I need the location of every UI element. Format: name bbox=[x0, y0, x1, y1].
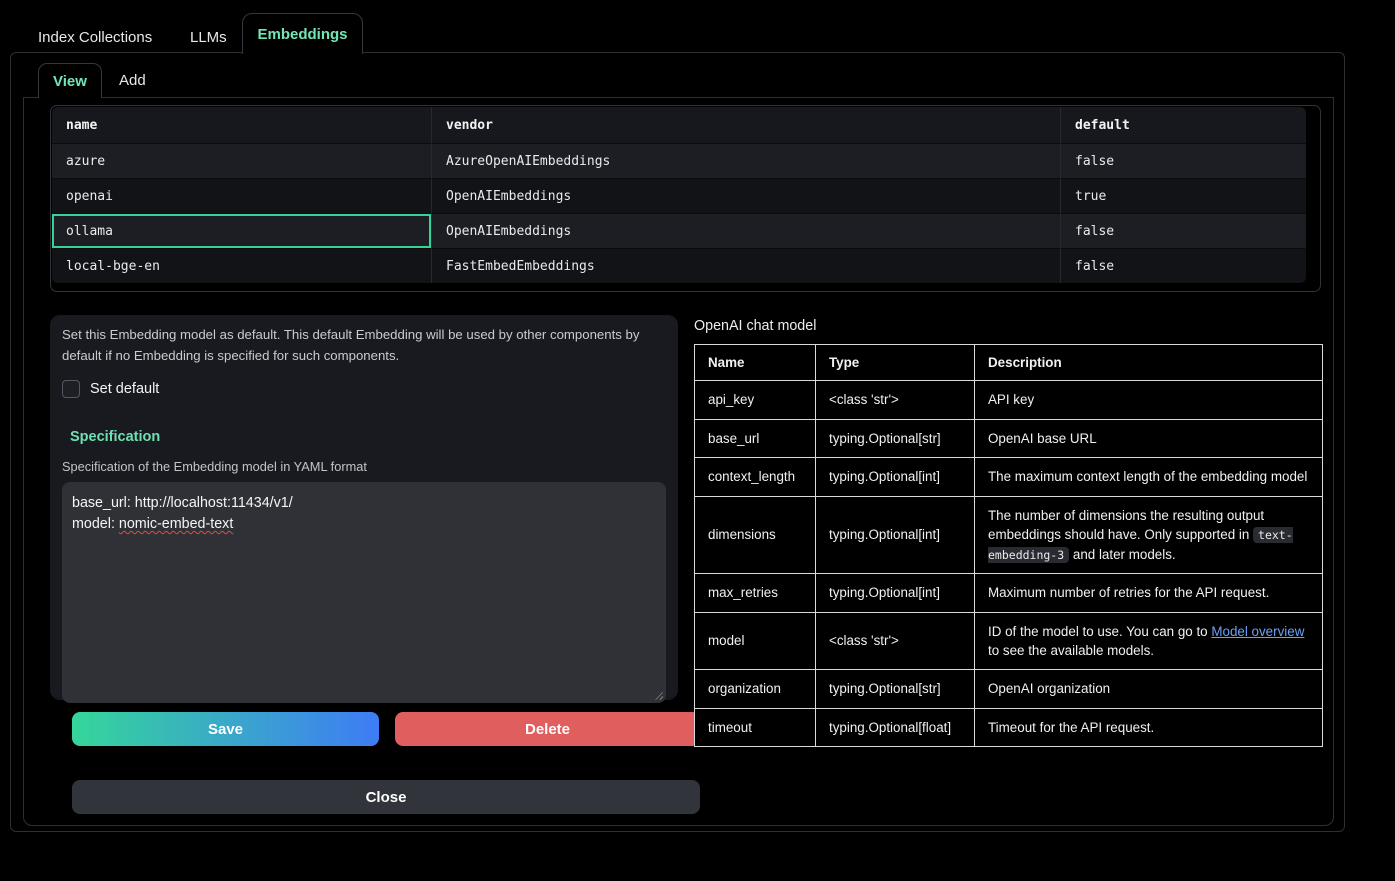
model-overview-link[interactable]: Model overview bbox=[1211, 624, 1304, 639]
param-desc: Timeout for the API request. bbox=[975, 708, 1323, 746]
yaml-line-2: model: nomic-embed-text bbox=[72, 514, 656, 536]
set-default-description: Set this Embedding model as default. Thi… bbox=[62, 325, 666, 367]
doc-row-timeout: timeout typing.Optional[float] Timeout f… bbox=[695, 708, 1323, 746]
tab-llms[interactable]: LLMs bbox=[190, 29, 227, 46]
cell-name[interactable]: openai bbox=[52, 178, 432, 213]
param-desc: The number of dimensions the resulting o… bbox=[975, 496, 1323, 573]
param-type: typing.Optional[int] bbox=[816, 458, 975, 496]
view-tab-panel: name vendor default azure AzureOpenAIEmb… bbox=[23, 97, 1334, 826]
param-name: dimensions bbox=[695, 496, 816, 573]
param-type: typing.Optional[int] bbox=[816, 496, 975, 573]
table-row: local-bge-en FastEmbedEmbeddings false bbox=[52, 248, 1306, 283]
tab-add[interactable]: Add bbox=[119, 72, 146, 89]
cell-vendor[interactable]: OpenAIEmbeddings bbox=[432, 178, 1061, 213]
tab-embeddings[interactable]: Embeddings bbox=[242, 13, 363, 54]
column-header-name: name bbox=[52, 107, 432, 143]
doc-panel-title: OpenAI chat model bbox=[694, 318, 816, 334]
param-type: typing.Optional[int] bbox=[816, 574, 975, 612]
param-type: <class 'str'> bbox=[816, 612, 975, 670]
param-name: organization bbox=[695, 670, 816, 708]
doc-row-context-length: context_length typing.Optional[int] The … bbox=[695, 458, 1323, 496]
embeddings-table: name vendor default azure AzureOpenAIEmb… bbox=[50, 105, 1321, 292]
textarea-resize-handle[interactable] bbox=[653, 690, 663, 700]
cell-default[interactable]: false bbox=[1061, 248, 1306, 283]
doc-row-organization: organization typing.Optional[str] OpenAI… bbox=[695, 670, 1323, 708]
param-desc: Maximum number of retries for the API re… bbox=[975, 574, 1323, 612]
table-row: ollama OpenAIEmbeddings false bbox=[52, 213, 1306, 248]
cell-default[interactable]: false bbox=[1061, 213, 1306, 248]
cell-name[interactable]: local-bge-en bbox=[52, 248, 432, 283]
param-desc: ID of the model to use. You can go to Mo… bbox=[975, 612, 1323, 670]
close-button[interactable]: Close bbox=[72, 780, 700, 814]
doc-col-description: Description bbox=[975, 345, 1323, 381]
yaml-line-1: base_url: http://localhost:11434/v1/ bbox=[72, 493, 656, 515]
table-header-row: name vendor default bbox=[52, 107, 1306, 143]
param-name: timeout bbox=[695, 708, 816, 746]
tab-embeddings-label: Embeddings bbox=[257, 26, 347, 43]
table-row: openai OpenAIEmbeddings true bbox=[52, 178, 1306, 213]
param-name: api_key bbox=[695, 381, 816, 419]
param-name: context_length bbox=[695, 458, 816, 496]
param-desc: OpenAI organization bbox=[975, 670, 1323, 708]
specification-heading: Specification bbox=[62, 429, 666, 445]
cell-vendor[interactable]: AzureOpenAIEmbeddings bbox=[432, 143, 1061, 178]
param-name: max_retries bbox=[695, 574, 816, 612]
param-type: <class 'str'> bbox=[816, 381, 975, 419]
param-type: typing.Optional[float] bbox=[816, 708, 975, 746]
specification-sublabel: Specification of the Embedding model in … bbox=[62, 459, 666, 474]
doc-row-api-key: api_key <class 'str'> API key bbox=[695, 381, 1323, 419]
doc-col-name: Name bbox=[695, 345, 816, 381]
param-desc: API key bbox=[975, 381, 1323, 419]
misspelled-word: nomic-embed-text bbox=[119, 516, 233, 532]
cell-default[interactable]: false bbox=[1061, 143, 1306, 178]
tab-view-label: View bbox=[53, 73, 87, 90]
param-name: model bbox=[695, 612, 816, 670]
cell-vendor[interactable]: OpenAIEmbeddings bbox=[432, 213, 1061, 248]
cell-name-selected[interactable]: ollama bbox=[52, 213, 432, 248]
param-type: typing.Optional[str] bbox=[816, 419, 975, 457]
cell-default[interactable]: true bbox=[1061, 178, 1306, 213]
model-params-table: Name Type Description api_key <class 'st… bbox=[694, 344, 1323, 747]
doc-row-base-url: base_url typing.Optional[str] OpenAI bas… bbox=[695, 419, 1323, 457]
set-default-checkbox[interactable] bbox=[62, 380, 80, 398]
spec-yaml-textarea[interactable]: base_url: http://localhost:11434/v1/ mod… bbox=[62, 482, 666, 703]
cell-vendor[interactable]: FastEmbedEmbeddings bbox=[432, 248, 1061, 283]
tab-view[interactable]: View bbox=[38, 63, 102, 98]
doc-col-type: Type bbox=[816, 345, 975, 381]
doc-row-dimensions: dimensions typing.Optional[int] The numb… bbox=[695, 496, 1323, 573]
param-name: base_url bbox=[695, 419, 816, 457]
set-default-label: Set default bbox=[90, 381, 159, 397]
column-header-vendor: vendor bbox=[432, 107, 1061, 143]
default-settings-card: Set this Embedding model as default. Thi… bbox=[50, 315, 678, 700]
delete-button[interactable]: Delete bbox=[395, 712, 700, 746]
param-type: typing.Optional[str] bbox=[816, 670, 975, 708]
param-desc: The maximum context length of the embedd… bbox=[975, 458, 1323, 496]
param-desc: OpenAI base URL bbox=[975, 419, 1323, 457]
save-button[interactable]: Save bbox=[72, 712, 379, 746]
cell-name[interactable]: azure bbox=[52, 143, 432, 178]
doc-row-model: model <class 'str'> ID of the model to u… bbox=[695, 612, 1323, 670]
embeddings-tab-panel: View Add name vendor default azure Azure… bbox=[10, 52, 1345, 832]
column-header-default: default bbox=[1061, 107, 1306, 143]
doc-header-row: Name Type Description bbox=[695, 345, 1323, 381]
doc-row-max-retries: max_retries typing.Optional[int] Maximum… bbox=[695, 574, 1323, 612]
tab-index-collections[interactable]: Index Collections bbox=[38, 29, 152, 46]
table-row: azure AzureOpenAIEmbeddings false bbox=[52, 143, 1306, 178]
